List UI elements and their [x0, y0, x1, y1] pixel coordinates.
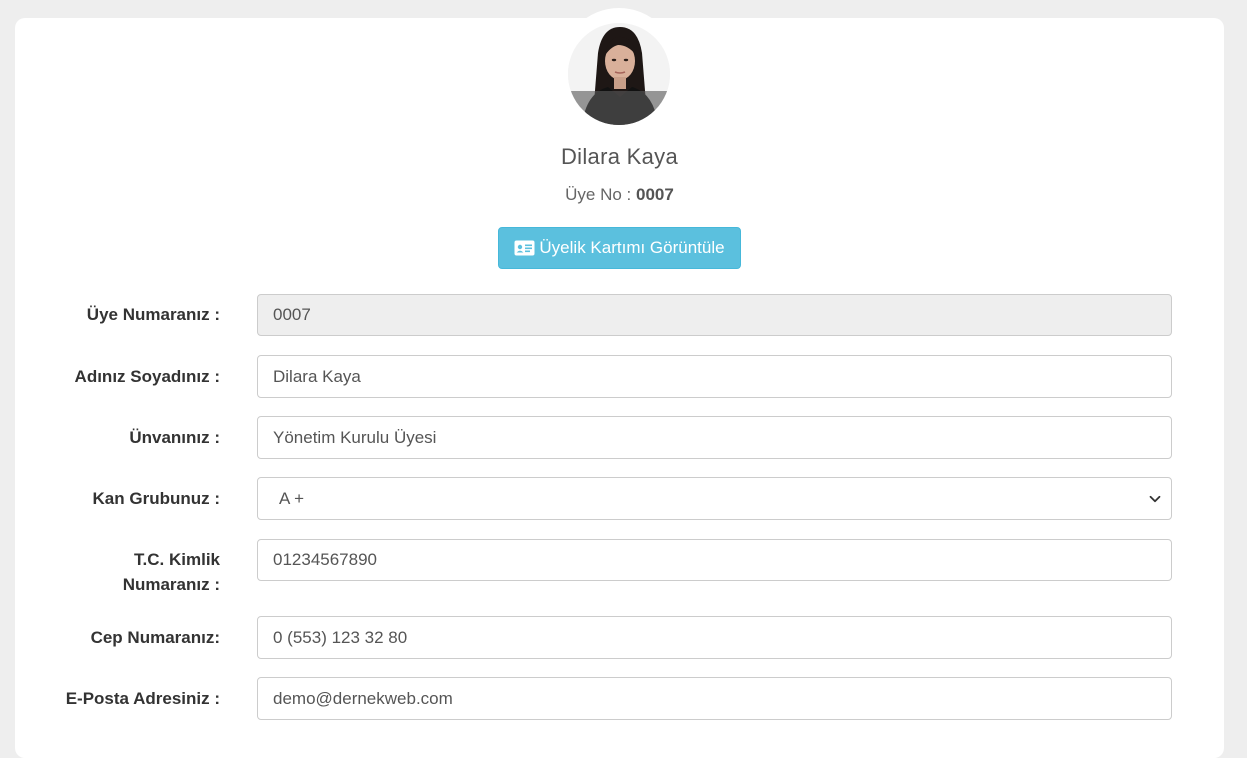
title-field[interactable]: Yönetim Kurulu Üyesi: [257, 416, 1172, 459]
member-no-value: 0007: [636, 185, 674, 204]
title-label: Ünvanınız :: [129, 428, 220, 447]
email-label: E-Posta Adresiniz :: [65, 689, 220, 708]
view-membership-card-button[interactable]: Üyelik Kartımı Görüntüle: [498, 227, 741, 269]
phone-label: Cep Numaranız:: [90, 628, 220, 647]
blood-group-label: Kan Grubunuz :: [92, 489, 220, 508]
member-number-field[interactable]: 0007: [257, 294, 1172, 336]
email-field[interactable]: demo@dernekweb.com: [257, 677, 1172, 720]
blood-group-select[interactable]: A +: [257, 477, 1172, 520]
view-membership-card-label: Üyelik Kartımı Görüntüle: [539, 238, 725, 257]
tc-id-field[interactable]: 01234567890: [257, 539, 1172, 581]
member-no-label: Üye No :: [565, 185, 632, 204]
full-name-label: Adınız Soyadınız :: [74, 367, 220, 386]
avatar[interactable]: [568, 23, 670, 125]
id-card-icon: [514, 240, 535, 256]
full-name-field[interactable]: Dilara Kaya: [257, 355, 1172, 398]
member-no: Üye No : 0007: [0, 185, 1239, 205]
profile-name: Dilara Kaya: [560, 144, 679, 169]
phone-field[interactable]: 0 (553) 123 32 80: [257, 616, 1172, 659]
tc-id-label-line2: Numaranız :: [122, 575, 220, 594]
edit-icon[interactable]: [568, 23, 585, 40]
chevron-down-icon: [1149, 495, 1161, 503]
member-number-label: Üye Numaranız :: [86, 305, 220, 324]
tc-id-label-line1: T.C. Kimlik: [134, 550, 220, 569]
blood-group-selected-value: A +: [279, 489, 305, 508]
tc-id-label: T.C. Kimlik Numaranız :: [30, 547, 220, 597]
avatar-edit-overlay[interactable]: [568, 91, 670, 125]
